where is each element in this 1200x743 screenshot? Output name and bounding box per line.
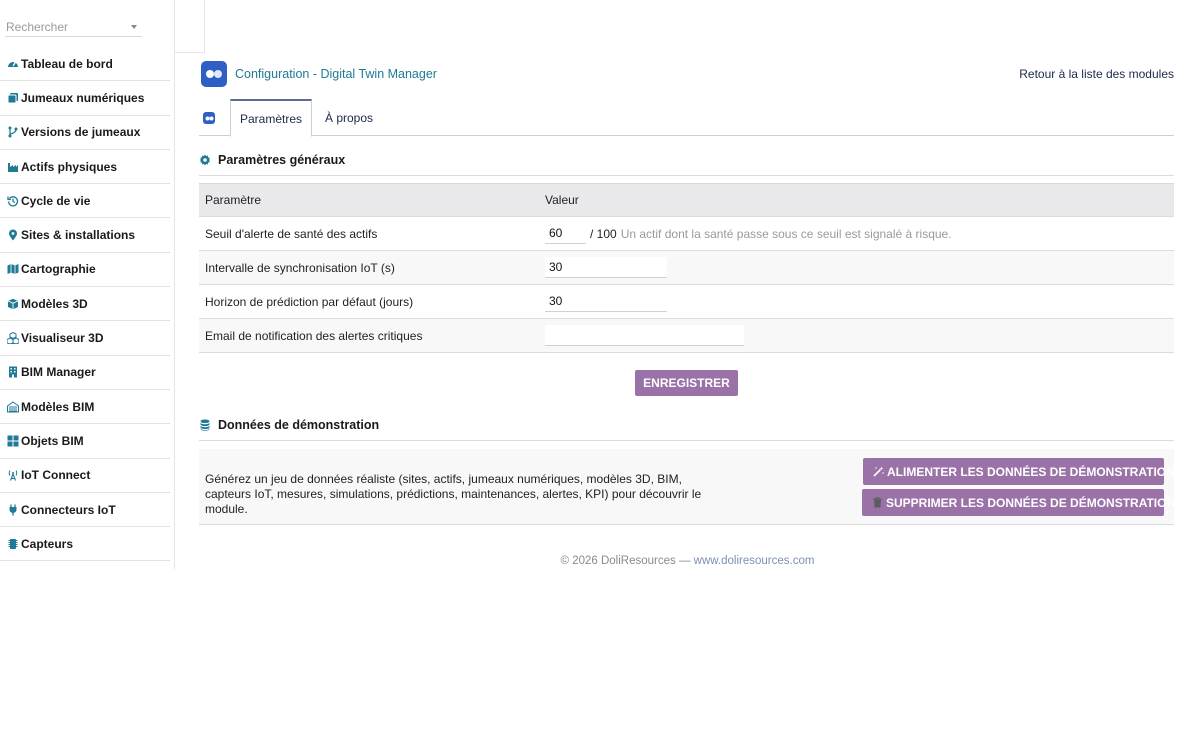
sidebar-item-versions-de-jumeaux[interactable]: Versions de jumeaux (0, 116, 170, 150)
sidebar-item-actifs-physiques[interactable]: Actifs physiques (0, 150, 170, 185)
copy-icon (6, 91, 19, 104)
sidebar-item-label: Versions de jumeaux (21, 125, 141, 140)
column-header-parametre: Paramètre (205, 193, 262, 207)
feed-demo-data-label: ALIMENTER LES DONNÉES DE DÉMONSTRATION (887, 464, 1175, 479)
delete-demo-data-button[interactable]: SUPPRIMER LES DONNÉES DE DÉMONSTRATION (862, 489, 1175, 516)
sidebar-item-bim-manager[interactable]: BIM Manager (0, 356, 170, 390)
sidebar-item-tableau-de-bord[interactable]: Tableau de bord (0, 47, 170, 82)
sidebar: Tableau de bord Jumeaux numériques Versi… (0, 0, 175, 569)
sidebar-item-label: Connecteurs IoT (21, 502, 116, 517)
sidebar-item-modeles-bim[interactable]: Modèles BIM (0, 390, 170, 425)
iot-sync-interval-input[interactable] (545, 257, 667, 278)
sidebar-item-cycle-de-vie[interactable]: Cycle de vie (0, 184, 170, 219)
feed-demo-data-button[interactable]: ALIMENTER LES DONNÉES DE DÉMONSTRATION (863, 458, 1175, 485)
sidebar-item-label: Sites & installations (21, 228, 136, 243)
grid-icon (6, 434, 19, 447)
sidebar-item-label: Cartographie (21, 262, 96, 277)
search-box[interactable] (5, 17, 142, 37)
cube-icon (6, 297, 19, 310)
table-row: Email de notification des alertes critiq… (199, 319, 1174, 353)
demo-description: Générez un jeu de données réaliste (site… (205, 472, 702, 516)
sidebar-item-objets-bim[interactable]: Objets BIM (0, 424, 170, 459)
map-pin-icon (6, 229, 19, 242)
param-label: Intervalle de synchronisation IoT (s) (205, 260, 395, 275)
table-row: Intervalle de synchronisation IoT (s) (199, 251, 1174, 285)
sidebar-item-label: Objets BIM (21, 433, 84, 448)
broadcast-icon (6, 469, 19, 482)
general-settings-heading: Paramètres généraux (199, 153, 1174, 176)
section-title: Données de démonstration (218, 418, 380, 432)
hint-text: Un actif dont la santé passe sous ce seu… (620, 226, 952, 241)
chevron-down-icon[interactable] (131, 25, 137, 29)
delete-demo-data-label: SUPPRIMER LES DONNÉES DE DÉMONSTRATION (886, 495, 1176, 510)
trash-icon (872, 497, 883, 508)
back-to-modules-link[interactable]: Retour à la liste des modules (1019, 67, 1174, 81)
tab-parametres[interactable]: Paramètres (230, 99, 312, 137)
copyright-text: © 2026 DoliResources — (560, 555, 691, 567)
map-icon (6, 263, 19, 276)
sidebar-item-label: IoT Connect (21, 468, 91, 483)
section-title: Paramètres généraux (218, 153, 346, 167)
sidebar-item-iot-connect[interactable]: IoT Connect (0, 459, 170, 493)
column-header-valeur: Valeur (545, 193, 579, 207)
param-label: Horizon de prédiction par défaut (jours) (205, 294, 414, 309)
demo-data-panel: Générez un jeu de données réaliste (site… (199, 449, 1175, 525)
sidebar-item-label: Capteurs (21, 536, 74, 551)
sidebar-item-label: Actifs physiques (21, 159, 118, 174)
city-icon (6, 400, 19, 413)
sidebar-item-label: Modèles 3D (21, 296, 88, 311)
sidebar-item-sites-installations[interactable]: Sites & installations (0, 218, 170, 253)
factory-icon (6, 160, 19, 173)
microchip-icon (6, 537, 19, 550)
magic-wand-icon (873, 466, 884, 477)
prediction-horizon-input[interactable] (545, 291, 667, 312)
demo-data-heading: Données de démonstration (199, 418, 1174, 441)
sidebar-item-label: Jumeaux numériques (21, 90, 145, 105)
sidebar-item-label: BIM Manager (21, 365, 96, 380)
footer: © 2026 DoliResources — www.doliresources… (0, 555, 1200, 567)
sidebar-item-label: Tableau de bord (21, 56, 113, 71)
tab-bar: Paramètres À propos (199, 99, 1174, 137)
tab-a-propos[interactable]: À propos (325, 99, 373, 136)
dashboard-icon (6, 57, 19, 70)
settings-table: Paramètre Valeur Seuil d'alerte de santé… (199, 183, 1174, 353)
sidebar-item-label: Cycle de vie (21, 193, 91, 208)
gear-icon (199, 154, 211, 166)
sidebar-item-visualiseur-3d[interactable]: Visualiseur 3D (0, 321, 170, 356)
notification-email-field[interactable] (545, 325, 744, 346)
sidebar-item-cartographie[interactable]: Cartographie (0, 253, 170, 288)
sidebar-item-jumeaux-numeriques[interactable]: Jumeaux numériques (0, 81, 170, 116)
sidebar-item-modeles-3d[interactable]: Modèles 3D (0, 287, 170, 322)
database-icon (199, 419, 211, 431)
table-header-row: Paramètre Valeur (199, 184, 1174, 217)
sidebar-item-label: Visualiseur 3D (21, 331, 104, 346)
param-label: Seuil d'alerte de santé des actifs (205, 226, 378, 241)
cubes-icon (6, 332, 19, 345)
search-input[interactable] (5, 17, 142, 36)
health-threshold-input[interactable] (545, 223, 586, 244)
sidebar-item-label: Modèles BIM (21, 399, 95, 414)
app-logo-icon (201, 61, 227, 87)
branch-icon (6, 126, 19, 139)
plug-icon (6, 503, 19, 516)
save-button[interactable]: ENREGISTRER (635, 370, 738, 396)
module-icon (203, 112, 215, 124)
site-link[interactable]: www.doliresources.com (694, 555, 815, 567)
table-row: Seuil d'alerte de santé des actifs / 100… (199, 217, 1174, 251)
unit-label: / 100 (590, 226, 617, 241)
page-title: Configuration - Digital Twin Manager (235, 67, 437, 81)
param-label: Email de notification des alertes critiq… (205, 328, 423, 343)
top-bar-box (175, 0, 205, 53)
sidebar-menu: Tableau de bord Jumeaux numériques Versi… (0, 47, 170, 562)
sidebar-item-connecteurs-iot[interactable]: Connecteurs IoT (0, 493, 170, 528)
history-icon (6, 194, 19, 207)
building-icon (6, 366, 19, 379)
table-row: Horizon de prédiction par défaut (jours) (199, 285, 1174, 319)
